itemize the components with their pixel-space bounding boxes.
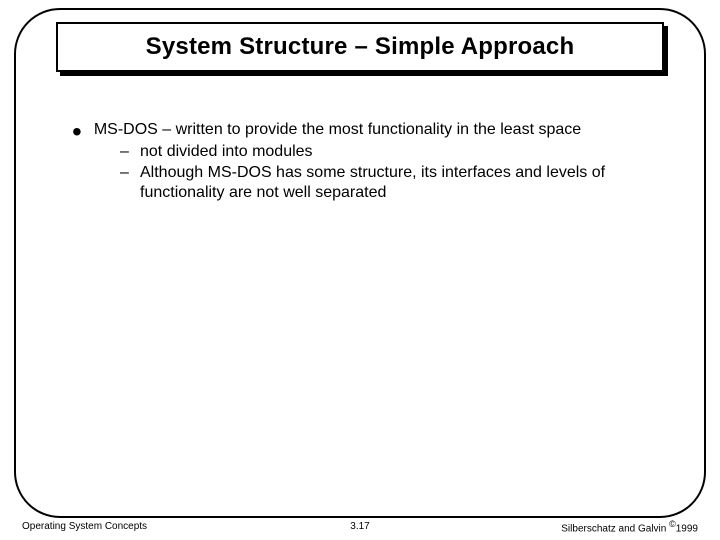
- content-area: • MS-DOS – written to provide the most f…: [72, 120, 662, 203]
- sub-bullet-text: not divided into modules: [140, 142, 313, 162]
- footer-right-prefix: Silberschatz and Galvin: [561, 523, 669, 534]
- title-container: System Structure – Simple Approach: [56, 22, 664, 72]
- copyright-icon: ©: [669, 519, 676, 529]
- footer-right: Silberschatz and Galvin ©1999: [561, 519, 698, 534]
- sub-bullet-item: – not divided into modules: [120, 142, 662, 162]
- slide-frame: [14, 8, 706, 518]
- sub-bullet-item: – Although MS-DOS has some structure, it…: [120, 163, 662, 203]
- slide: System Structure – Simple Approach • MS-…: [0, 0, 720, 540]
- footer: Operating System Concepts 3.17 Silbersch…: [14, 519, 706, 534]
- bullet-item: • MS-DOS – written to provide the most f…: [72, 120, 662, 140]
- sub-bullet-list: – not divided into modules – Although MS…: [120, 142, 662, 203]
- footer-left: Operating System Concepts: [22, 521, 147, 532]
- bullet-text: MS-DOS – written to provide the most fun…: [94, 120, 581, 140]
- title-box: System Structure – Simple Approach: [56, 22, 664, 72]
- dash-icon: –: [120, 142, 130, 162]
- dash-icon: –: [120, 163, 130, 183]
- sub-bullet-text: Although MS-DOS has some structure, its …: [140, 163, 662, 203]
- bullet-dot-icon: •: [72, 124, 82, 140]
- footer-right-year: 1999: [676, 523, 698, 534]
- footer-center: 3.17: [350, 521, 369, 532]
- slide-title: System Structure – Simple Approach: [146, 33, 575, 61]
